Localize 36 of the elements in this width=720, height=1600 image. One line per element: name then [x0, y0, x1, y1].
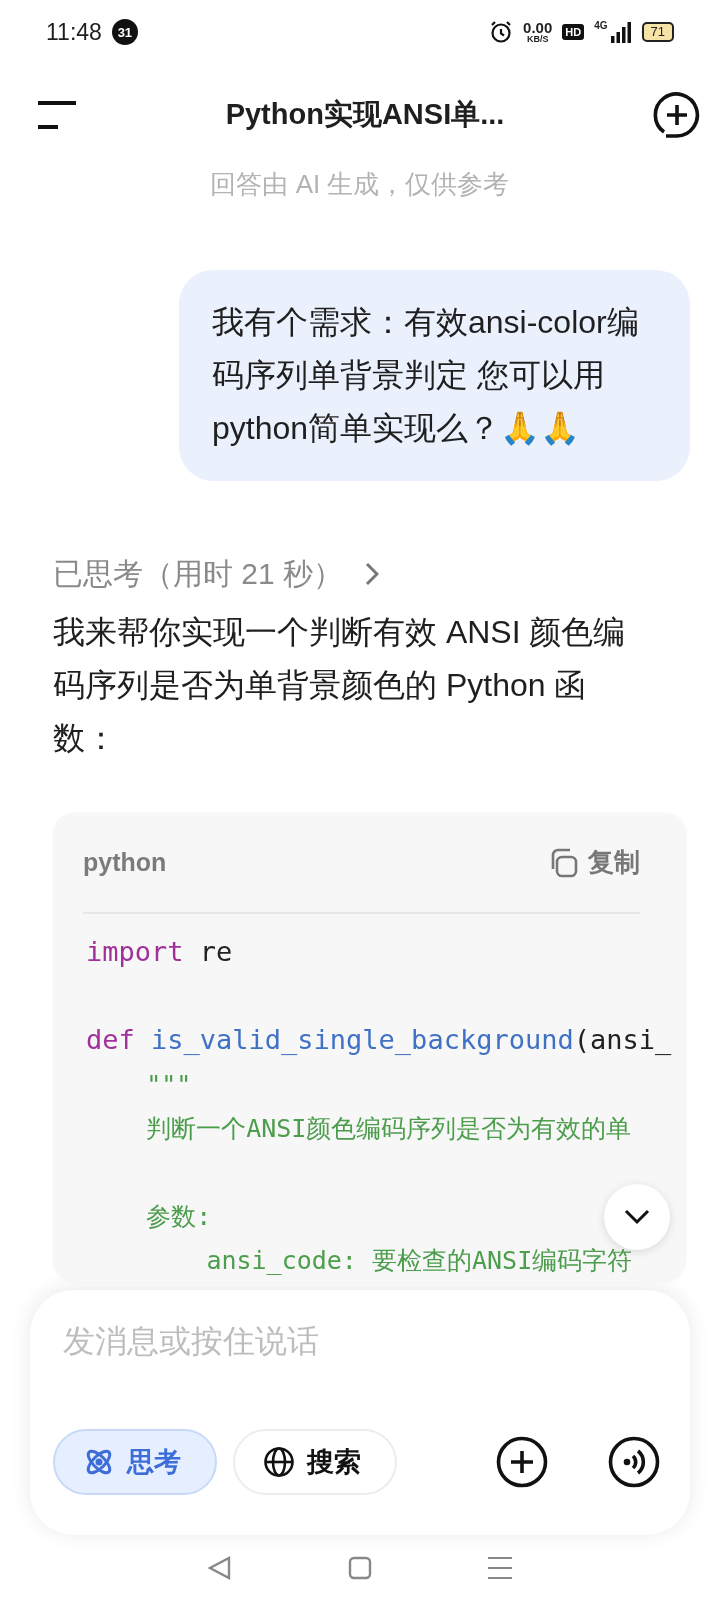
thinking-label[interactable]: 已思考（用时 21 秒） — [53, 547, 344, 600]
sound-wave-icon — [608, 1436, 660, 1488]
plus-icon — [496, 1436, 548, 1488]
chevron-right-icon[interactable] — [365, 561, 380, 586]
new-chat-icon[interactable] — [652, 90, 702, 140]
notification-badge: 31 — [111, 19, 138, 45]
copy-button[interactable]: 复制 — [548, 845, 640, 880]
home-icon[interactable] — [348, 1555, 372, 1580]
code-line: import re — [86, 935, 233, 969]
chat-title: Python实现ANSI单... — [224, 97, 506, 132]
menu-icon[interactable] — [38, 101, 78, 129]
alarm-icon — [489, 20, 514, 44]
signal-icon — [609, 21, 632, 43]
code-line: 判断一个ANSI颜色编码序列是否为有效的单 — [145, 1113, 632, 1145]
net-unit: KB/S — [526, 35, 549, 44]
code-line: ansi_code: 要检查的ANSI编码字符 — [205, 1245, 633, 1277]
code-line: """ — [145, 1069, 192, 1101]
code-language: python — [83, 848, 168, 877]
hd-badge: HD — [562, 24, 585, 40]
recents-icon[interactable] — [486, 1555, 513, 1580]
add-button[interactable] — [496, 1436, 548, 1488]
answer-text: 我来帮你实现一个判断有效 ANSI 颜色编码序列是否为单背景颜色的 Python 函数： — [53, 613, 627, 758]
battery-indicator: 71 — [641, 22, 674, 42]
globe-icon — [263, 1446, 295, 1478]
chevron-down-icon — [624, 1209, 650, 1225]
think-toggle[interactable]: 思考 — [53, 1429, 217, 1495]
code-line: def is_valid_single_background(ansi_ — [86, 1023, 672, 1057]
search-toggle[interactable]: 搜索 — [233, 1429, 397, 1495]
message-input[interactable]: 发消息或按住说话 — [53, 1318, 660, 1364]
status-time: 11:48 — [46, 18, 102, 46]
net-speed: 0.00 — [523, 20, 553, 35]
ai-disclaimer: 回答由 AI 生成，仅供参考 — [209, 168, 511, 201]
code-line: 参数: — [145, 1201, 212, 1233]
user-message: 我有个需求：有效ansi-color编码序列单背景判定 您可以用python简单实现么？🙏🙏 — [179, 270, 690, 481]
network-type: 4G — [594, 20, 608, 31]
voice-button[interactable] — [608, 1436, 660, 1488]
